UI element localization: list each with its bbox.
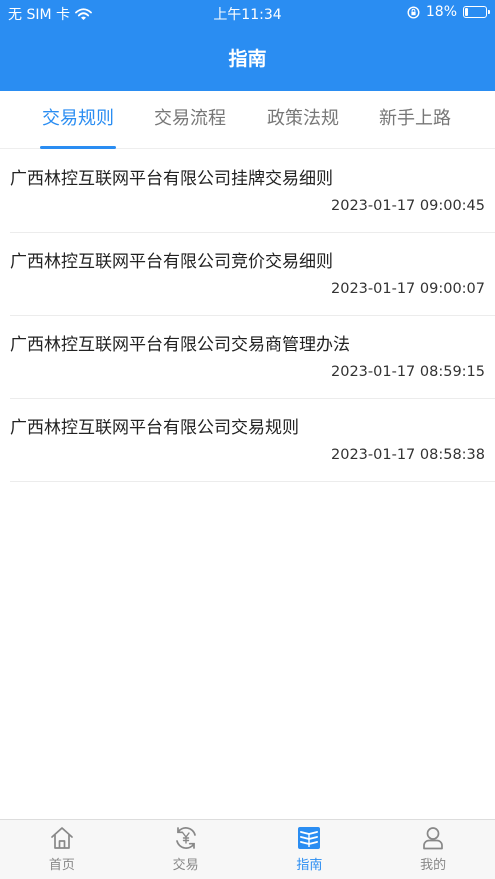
bottom-tab-bar: 首页 交易 指南 我的 [0, 819, 495, 879]
article-title: 广西林控互联网平台有限公司交易商管理办法 [10, 335, 350, 355]
orientation-lock-icon [407, 5, 420, 19]
article-date: 2023-01-17 09:00:07 [331, 281, 485, 297]
tabbar-label: 指南 [296, 858, 323, 873]
article-date: 2023-01-17 09:00:45 [331, 198, 485, 214]
yen-exchange-icon [175, 827, 196, 849]
list-item[interactable]: 广西林控互联网平台有限公司交易商管理办法 2023-01-17 08:59:15 [10, 316, 495, 399]
tabbar-label: 我的 [420, 858, 447, 873]
article-title: 广西林控互联网平台有限公司交易规则 [10, 418, 299, 438]
article-title: 广西林控互联网平台有限公司竞价交易细则 [10, 252, 333, 272]
tabbar-mine[interactable]: 我的 [371, 820, 495, 879]
home-icon [51, 827, 73, 849]
tabbar-home[interactable]: 首页 [0, 820, 124, 879]
category-tabs: 交易规则 交易流程 政策法规 新手上路 [0, 91, 495, 149]
tabbar-guide[interactable]: 指南 [248, 820, 372, 879]
tab-policies-regulations[interactable]: 政策法规 [247, 91, 359, 149]
status-bar: 无 SIM 卡 上午11:34 18% [0, 0, 495, 26]
battery-percent: 18% [425, 4, 457, 20]
article-date: 2023-01-17 08:58:38 [331, 447, 485, 463]
status-right: 18% [407, 4, 490, 20]
tab-trading-rules[interactable]: 交易规则 [22, 91, 134, 149]
article-title: 广西林控互联网平台有限公司挂牌交易细则 [10, 169, 333, 189]
battery-icon [463, 6, 490, 18]
book-icon [298, 827, 321, 849]
app-header: 无 SIM 卡 上午11:34 18% 指南 [0, 0, 495, 91]
user-icon [423, 827, 443, 850]
article-list: 广西林控互联网平台有限公司挂牌交易细则 2023-01-17 09:00:45 … [0, 150, 495, 482]
article-date: 2023-01-17 08:59:15 [331, 364, 485, 380]
tabbar-label: 交易 [172, 858, 199, 873]
tabbar-trade[interactable]: 交易 [124, 820, 248, 879]
tabbar-label: 首页 [48, 858, 75, 873]
battery-fill [465, 8, 468, 16]
list-item[interactable]: 广西林控互联网平台有限公司竞价交易细则 2023-01-17 09:00:07 [10, 233, 495, 316]
tab-trading-process[interactable]: 交易流程 [134, 91, 246, 149]
page-title: 指南 [228, 48, 267, 70]
list-item[interactable]: 广西林控互联网平台有限公司挂牌交易细则 2023-01-17 09:00:45 [10, 150, 495, 233]
list-item[interactable]: 广西林控互联网平台有限公司交易规则 2023-01-17 08:58:38 [10, 399, 495, 482]
tab-beginners-guide[interactable]: 新手上路 [359, 91, 471, 149]
